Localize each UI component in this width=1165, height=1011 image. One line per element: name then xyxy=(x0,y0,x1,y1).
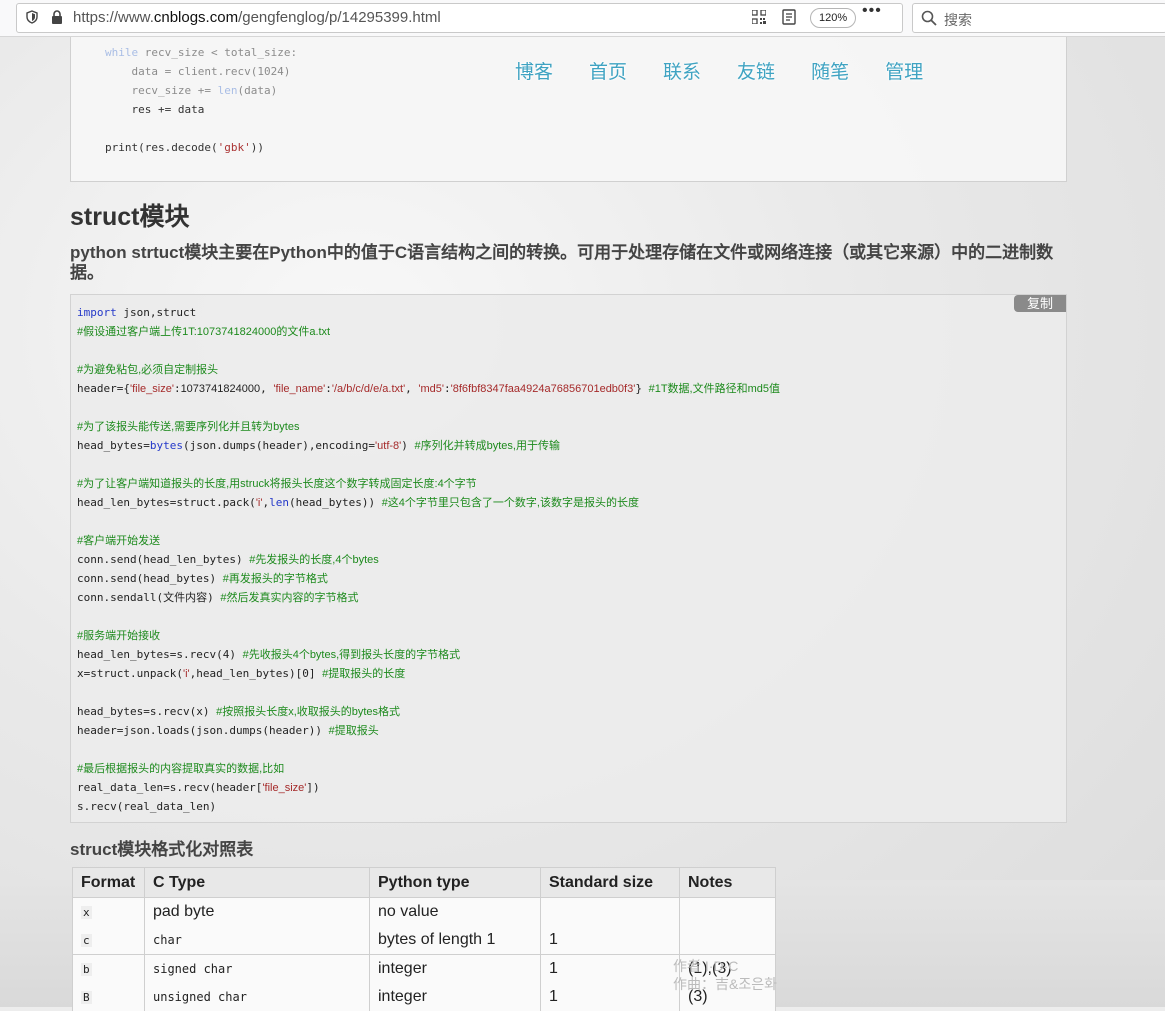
code-line: #假设通过客户端上传1T:1073741824000的文件a.txt xyxy=(77,326,331,338)
previous-code-text: while recv_size < total_size: data = cli… xyxy=(105,46,298,154)
code-line: head_len_bytes=s.recv(4) #先收报头4个bytes,得到… xyxy=(77,648,461,661)
code-line: header=json.loads(json.dumps(header)) #提… xyxy=(77,724,379,737)
blog-nav: 博客 首页 联系 友链 随笔 管理 xyxy=(515,57,959,83)
column-header: Notes xyxy=(679,867,776,898)
url-text[interactable]: https://www.cnblogs.com/gengfenglog/p/14… xyxy=(73,9,441,26)
code-line: x=struct.unpack('i',head_len_bytes)[0] #… xyxy=(77,667,406,680)
nav-essays[interactable]: 随笔 xyxy=(811,57,849,84)
notes-cell xyxy=(679,897,776,926)
section-heading: struct模块 xyxy=(70,203,190,231)
page-actions-menu-icon[interactable]: ••• xyxy=(862,2,882,20)
code-line: #最后根据报头的内容提取真实的数据,比如 xyxy=(77,763,285,775)
search-icon xyxy=(921,10,937,26)
copy-button[interactable]: 复制 xyxy=(1014,295,1066,312)
code-line: #客户端开始发送 xyxy=(77,535,161,547)
notes-cell xyxy=(679,926,776,955)
nav-home[interactable]: 首页 xyxy=(589,57,627,84)
column-header: Python type xyxy=(369,867,541,898)
address-bar[interactable]: https://www.cnblogs.com/gengfenglog/p/14… xyxy=(16,3,903,33)
ctype-cell: pad byte xyxy=(144,897,370,926)
nav-blog[interactable]: 博客 xyxy=(515,57,553,84)
ptype-cell: no value xyxy=(369,897,541,926)
reader-view-icon[interactable] xyxy=(782,9,796,25)
search-placeholder: 搜索 xyxy=(944,12,972,28)
ptype-cell: integer xyxy=(369,954,541,983)
nav-links[interactable]: 友链 xyxy=(737,57,775,84)
table-row: c char bytes of length 1 1 xyxy=(72,926,776,955)
size-cell: 1 xyxy=(540,926,680,955)
code-line: conn.send(head_bytes) #再发报头的字节格式 xyxy=(77,572,328,585)
zoom-level-button[interactable]: 120% xyxy=(810,8,857,28)
code-line: head_bytes=s.recv(x) #按照报头长度x,收取报头的bytes… xyxy=(77,705,401,718)
code-line: real_data_len=s.recv(header['file_size']… xyxy=(77,781,320,794)
nav-contact[interactable]: 联系 xyxy=(663,57,701,84)
format-cell: c xyxy=(72,926,145,955)
table-heading: struct模块格式化对照表 xyxy=(70,840,254,859)
code-lines: import json,struct #假设通过客户端上传1T:10737418… xyxy=(77,303,780,816)
column-header: C Type xyxy=(144,867,370,898)
nav-admin[interactable]: 管理 xyxy=(885,57,923,84)
ctype-cell: signed char xyxy=(144,954,370,983)
table-header-row: Format C Type Python type Standard size … xyxy=(72,867,776,898)
table-row: b signed char integer 1 (1),(3) xyxy=(72,954,776,983)
tracking-shield-icon[interactable] xyxy=(25,10,39,24)
code-line: head_len_bytes=struct.pack('i',len(head_… xyxy=(77,496,639,509)
music-player-lyric-overlay: 作者 I·D·C 作曲：吉&조은화 xyxy=(673,958,777,992)
code-line: header={'file_size':1073741824000, 'file… xyxy=(77,382,780,395)
code-line: head_bytes=bytes(json.dumps(header),enco… xyxy=(77,439,560,452)
format-cell: b xyxy=(72,954,145,983)
lock-icon[interactable] xyxy=(50,9,64,25)
search-box[interactable]: 搜索 xyxy=(912,3,1165,33)
code-line: #为避免粘包,必须自定制报头 xyxy=(77,364,219,376)
code-block: 复制 import json,struct #假设通过客户端上传1T:10737… xyxy=(70,294,1067,823)
code-line: conn.sendall(文件内容) #然后发真实内容的字节格式 xyxy=(77,591,359,604)
struct-format-table: Format C Type Python type Standard size … xyxy=(72,867,776,1011)
browser-toolbar: https://www.cnblogs.com/gengfenglog/p/14… xyxy=(0,0,1165,37)
code-line: s.recv(real_data_len) xyxy=(77,800,217,813)
code-line: import json,struct xyxy=(77,306,197,319)
column-header: Standard size xyxy=(540,867,680,898)
ctype-cell: char xyxy=(144,926,370,955)
ptype-cell: bytes of length 1 xyxy=(369,926,541,955)
format-cell: x xyxy=(72,897,145,926)
column-header: Format xyxy=(72,867,145,898)
code-line: #为了让客户端知道报头的长度,用struck将报头长度这个数字转成固定长度:4个… xyxy=(77,478,477,490)
qr-code-icon[interactable] xyxy=(752,10,766,24)
section-subheading: python strtuct模块主要在Python中的值于C语言结构之间的转换。… xyxy=(70,243,1054,282)
code-line: #服务端开始接收 xyxy=(77,630,161,642)
size-cell xyxy=(540,897,680,926)
code-line: conn.send(head_len_bytes) #先发报头的长度,4个byt… xyxy=(77,553,379,566)
size-cell: 1 xyxy=(540,954,680,983)
code-line: #为了该报头能传送,需要序列化并且转为bytes xyxy=(77,421,300,433)
table-row: x pad byte no value xyxy=(72,897,776,926)
